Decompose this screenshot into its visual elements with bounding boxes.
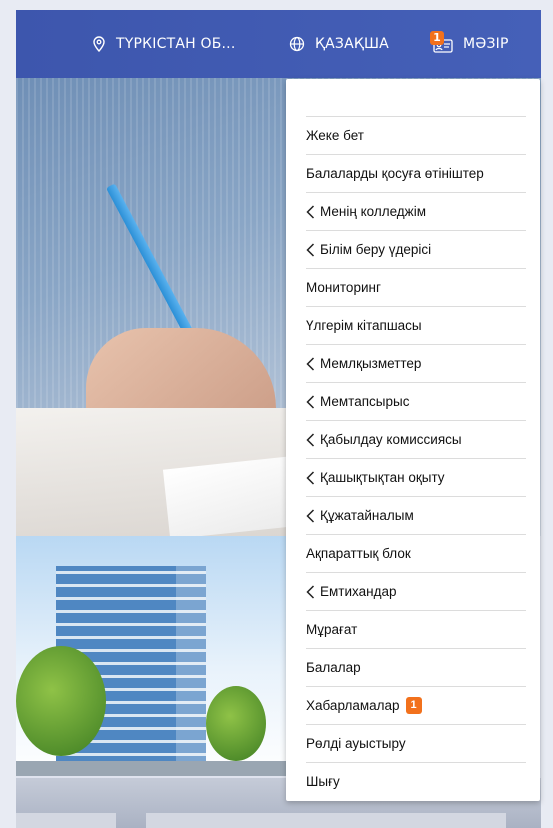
menu-button[interactable]: 1 МӘЗІР [429, 10, 509, 78]
chevron-left-icon [306, 242, 320, 257]
menu-item[interactable]: Мұрағат [306, 610, 526, 648]
menu-item[interactable]: Мемлқызметтер [306, 344, 526, 382]
menu-item[interactable]: Шығу [306, 762, 526, 800]
menu-item-label: Менің колледжім [320, 204, 426, 219]
menu-item[interactable]: Хабарламалар 1 [306, 686, 526, 724]
menu-item-label: Мониторинг [306, 280, 381, 295]
menu-item[interactable]: Ақпараттық блок [306, 534, 526, 572]
menu-item[interactable]: Құжатайналым [306, 496, 526, 534]
location-pin-icon [93, 36, 105, 52]
menu-item[interactable]: Қабылдау комиссиясы [306, 420, 526, 458]
menu-item[interactable]: Мониторинг [306, 268, 526, 306]
menu-item-label: Қашықтықтан оқыту [320, 470, 445, 485]
chevron-left-icon [306, 356, 320, 371]
chevron-left-icon [306, 584, 320, 599]
menu-item-label: Құжатайналым [320, 508, 414, 523]
chevron-left-icon [306, 508, 320, 523]
menu-item-label: Ақпараттық блок [306, 546, 411, 561]
menu-label: МӘЗІР [463, 36, 509, 52]
menu-item[interactable]: Қашықтықтан оқыту [306, 458, 526, 496]
menu-item-label: Үлгерім кітапшасы [306, 318, 422, 333]
menu-item-label: Мұрағат [306, 622, 358, 637]
bottom-card [16, 813, 116, 828]
menu-item-label: Білім беру үдерісі [320, 242, 432, 257]
menu-list: Жеке бет Балаларды қосуға өтініштер Менің … [306, 116, 526, 800]
menu-item-label: Емтихандар [320, 584, 397, 599]
menu-item-label: Қабылдау комиссиясы [320, 432, 462, 447]
college-building-image [16, 536, 286, 776]
chevron-left-icon [306, 432, 320, 447]
menu-item[interactable]: Білім беру үдерісі [306, 230, 526, 268]
menu-item-label: Балалар [306, 660, 361, 675]
language-label: ҚАЗАҚША [315, 36, 389, 52]
menu-item[interactable]: Балалар [306, 648, 526, 686]
top-header: ТҮРКІСТАН ОБ... ҚАЗАҚША 1 МӘЗІР [16, 10, 541, 78]
menu-item-label: Хабарламалар [306, 698, 400, 713]
menu-item-label: Балаларды қосуға өтініштер [306, 166, 484, 181]
menu-item[interactable]: Жеке бет [306, 116, 526, 154]
location-selector[interactable]: ТҮРКІСТАН ОБ... [92, 10, 235, 78]
menu-item[interactable]: Емтихандар [306, 572, 526, 610]
main-menu-dropdown: Жеке бет Балаларды қосуға өтініштер Менің … [286, 79, 540, 801]
menu-item-label: Рөлді ауыстыру [306, 736, 406, 751]
location-label: ТҮРКІСТАН ОБ... [116, 36, 236, 52]
menu-item[interactable]: Мемтапсырыс [306, 382, 526, 420]
menu-item-label: Мемлқызметтер [320, 356, 422, 371]
chevron-left-icon [306, 394, 320, 409]
menu-item[interactable]: Үлгерім кітапшасы [306, 306, 526, 344]
menu-item[interactable]: Балаларды қосуға өтініштер [306, 154, 526, 192]
menu-item[interactable]: Менің колледжім [306, 192, 526, 230]
notification-badge: 1 [405, 697, 422, 714]
globe-icon [289, 36, 305, 52]
menu-item-label: Мемтапсырыс [320, 394, 410, 409]
menu-item-label: Шығу [306, 774, 340, 789]
chevron-left-icon [306, 470, 320, 485]
bottom-card [146, 813, 506, 828]
menu-item[interactable]: Рөлді ауыстыру [306, 724, 526, 762]
notification-badge: 1 [430, 31, 444, 45]
chevron-left-icon [306, 204, 320, 219]
language-selector[interactable]: ҚАЗАҚША [289, 10, 389, 78]
menu-item-label: Жеке бет [306, 128, 364, 143]
